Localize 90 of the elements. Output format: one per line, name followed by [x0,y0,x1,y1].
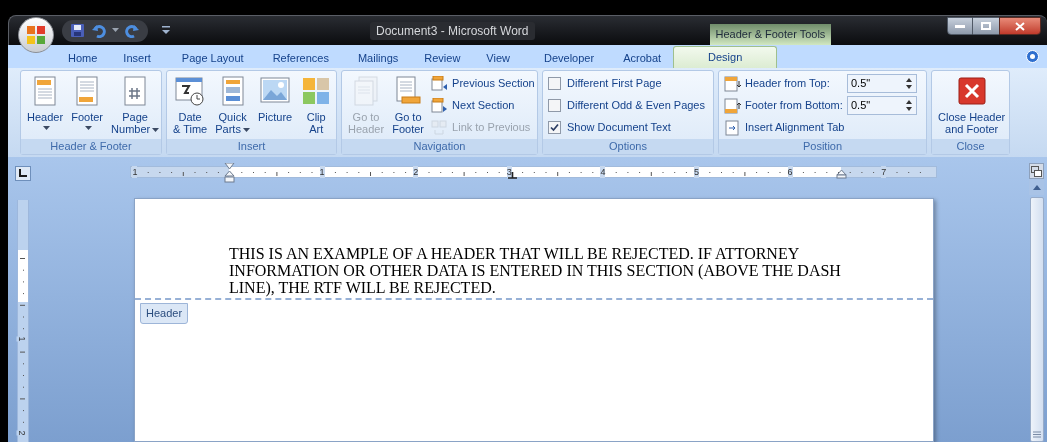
header-text[interactable]: THIS IS AN EXAMPLE OF A HEADER THAT WILL BE REJECTED. IF ATTORNEY INFORMATION OR OTHER DATA IS ENTERED IN THIS SECTION (ABOVE THE DASH LINE), THE RTF WILL BE REJECTED. [229,245,847,297]
close-header-footer-button[interactable]: Close Header and Footer [935,73,1009,135]
dropdown-caret-icon[interactable] [112,28,119,33]
spinner-arrows-icon [906,78,912,89]
ribbon-tab[interactable]: Insert [121,48,153,68]
dropdown-caret-icon [84,126,92,131]
checkbox[interactable] [548,121,561,134]
dropdown-caret-icon [152,128,160,133]
close-icon [1015,21,1025,31]
redo-icon[interactable] [125,23,140,38]
date-time-button[interactable]: Date & Time [170,73,211,135]
next-section-icon [431,97,449,114]
ribbon-tab[interactable]: View [484,48,512,68]
checkbox-option[interactable]: Different First Page [548,73,705,94]
alignment-tab-icon [724,119,741,136]
scrollbar-thumb[interactable] [1029,197,1044,442]
ribbon-tab[interactable]: Page Layout [179,48,246,68]
ruler-number: 1 [132,166,138,178]
ruler-number: 5 [694,166,699,178]
tab-stop-icon [19,169,27,178]
dropdown-caret-icon [42,126,50,131]
ribbon-tab[interactable]: Home [66,48,100,68]
footer-button[interactable]: Footer [68,73,107,131]
page-number-button[interactable]: Page Number [108,73,161,135]
right-indent-marker-icon[interactable] [836,170,847,179]
header-distance-field[interactable]: 0.5" [847,74,917,93]
group-label: Options [543,139,713,154]
ribbon-tab[interactable]: References [270,48,331,68]
close-icon [955,75,988,107]
maximize-icon [981,22,991,30]
dropdown-caret-icon [242,128,250,133]
undo-icon[interactable] [91,23,106,38]
header-position-icon [724,75,742,92]
ribbon-tab[interactable]: Acrobat [621,48,664,68]
ruler-number: 1 [16,336,27,342]
tab-selector-button[interactable] [15,166,31,181]
grip-icon [1032,431,1041,438]
ruler-number: 3 [506,166,512,178]
up-arrow-icon [1032,184,1041,190]
calendar-icon [174,75,207,107]
ruler-number: 4 [600,166,606,178]
spinner-arrows-icon [906,100,912,111]
ruler-number: 6 [787,166,793,178]
customize-toolbar-icon[interactable] [162,26,170,35]
clip-art-button[interactable]: Clip Art [297,73,336,135]
picture-button[interactable]: Picture [254,73,296,123]
ruler-number: 7 [881,166,887,178]
contextual-tab-group-label: Header & Footer Tools [709,23,832,46]
office-logo-icon [26,24,46,45]
ruler-number: 1 [319,166,325,178]
ruler-number: 2 [413,166,419,178]
footer-position-icon [724,97,742,114]
checkbox-option[interactable]: Show Document Text [548,117,705,138]
go-to-footer-button[interactable]: Go to Footer [389,73,428,135]
maximize-button[interactable] [973,17,999,35]
group-label: Navigation [342,139,537,154]
minimize-button[interactable] [947,17,973,35]
ruler-toggle-icon [1031,165,1042,177]
group-label: Position [719,139,926,154]
indent-marker-icon[interactable] [224,163,235,183]
ribbon-tab[interactable]: Design [673,46,778,68]
group-label: Insert [167,139,336,154]
help-icon[interactable] [1026,50,1039,63]
ribbon-tab[interactable]: Developer [542,48,597,68]
previous-section-icon [431,75,449,92]
next-section-button[interactable]: Next Section [431,95,535,116]
save-icon[interactable] [70,23,85,38]
field-label: Header from Top: [745,76,831,92]
header-area-label: Header [140,303,189,324]
view-ruler-button[interactable] [1029,163,1044,179]
group-label: Close [932,139,1009,154]
insert-alignment-tab-button[interactable]: Insert Alignment Tab [724,117,917,138]
office-button[interactable] [18,16,54,53]
header-button[interactable]: Header [24,73,67,131]
ribbon-tab[interactable]: Review [422,48,463,68]
previous-section-button[interactable]: Previous Section [431,73,535,94]
checkbox[interactable] [548,77,561,90]
scroll-up-button[interactable] [1029,179,1044,195]
close-window-button[interactable] [999,17,1041,35]
checkbox-option[interactable]: Different Odd & Even Pages [548,95,705,116]
ruler-number: 2 [16,430,27,436]
minimize-icon [955,24,965,28]
ruler-text-area [18,249,28,302]
quick-parts-button[interactable]: Quick Parts [212,73,253,135]
footer-distance-field[interactable]: 0.5" [847,96,917,115]
group-label: Header & Footer [21,139,161,154]
field-label: Footer from Bottom: [745,98,844,114]
ribbon-tab[interactable]: Mailings [355,48,401,68]
checkbox[interactable] [548,99,561,112]
window-title: Document3 - Microsoft Word [370,21,535,40]
